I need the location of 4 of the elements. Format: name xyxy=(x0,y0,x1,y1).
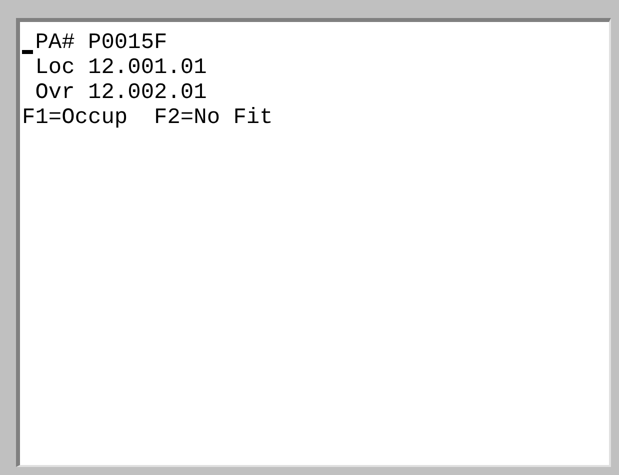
terminal-line: F1=Occup F2=No Fit xyxy=(22,105,273,130)
terminal-line: Ovr 12.002.01 xyxy=(34,80,207,105)
terminal-line: Loc 12.001.01 xyxy=(34,55,207,80)
terminal-line: PA# P0015F xyxy=(22,30,168,55)
